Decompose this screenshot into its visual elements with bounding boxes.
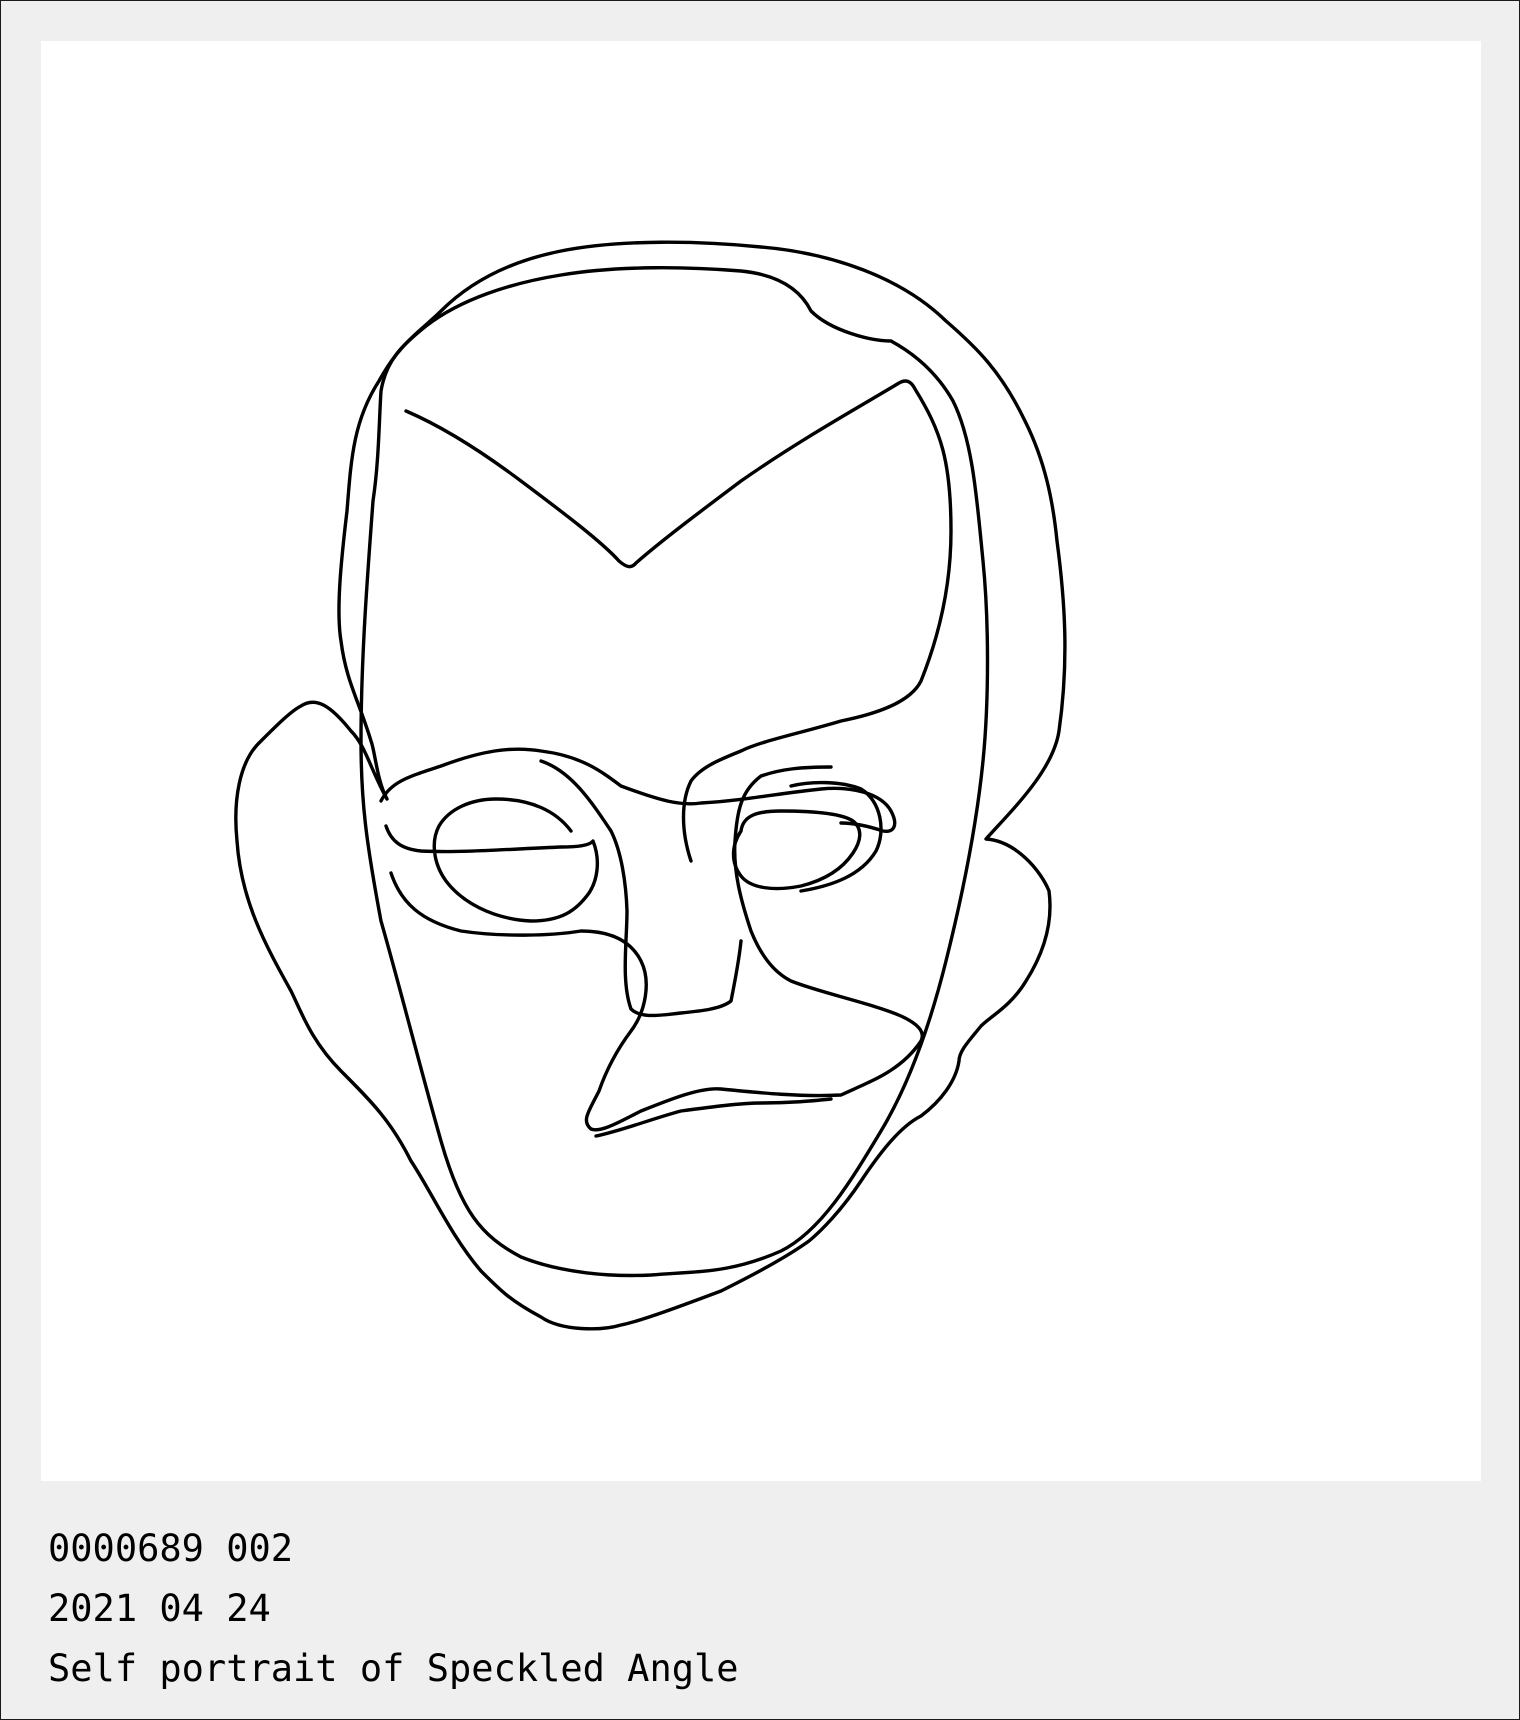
left-eye-contour [379,747,897,834]
continuous-line-portrait [234,240,1067,1331]
artwork-id: 0000689 002 [48,1527,294,1570]
hairline [404,379,953,863]
face-outline-inner [359,266,990,1278]
artwork-title: Self portrait of Speckled Angle [48,1647,739,1690]
head-outline-outer [234,240,1067,1331]
artwork-date: 2021 04 24 [48,1587,271,1630]
nose [539,759,743,1018]
portrait-canvas [41,41,1481,1481]
artwork-frame: 0000689 002 2021 04 24 Self portrait of … [0,0,1520,1720]
artwork-caption: 0000689 002 2021 04 24 Self portrait of … [48,1519,1468,1699]
left-eye-loop [384,797,600,923]
